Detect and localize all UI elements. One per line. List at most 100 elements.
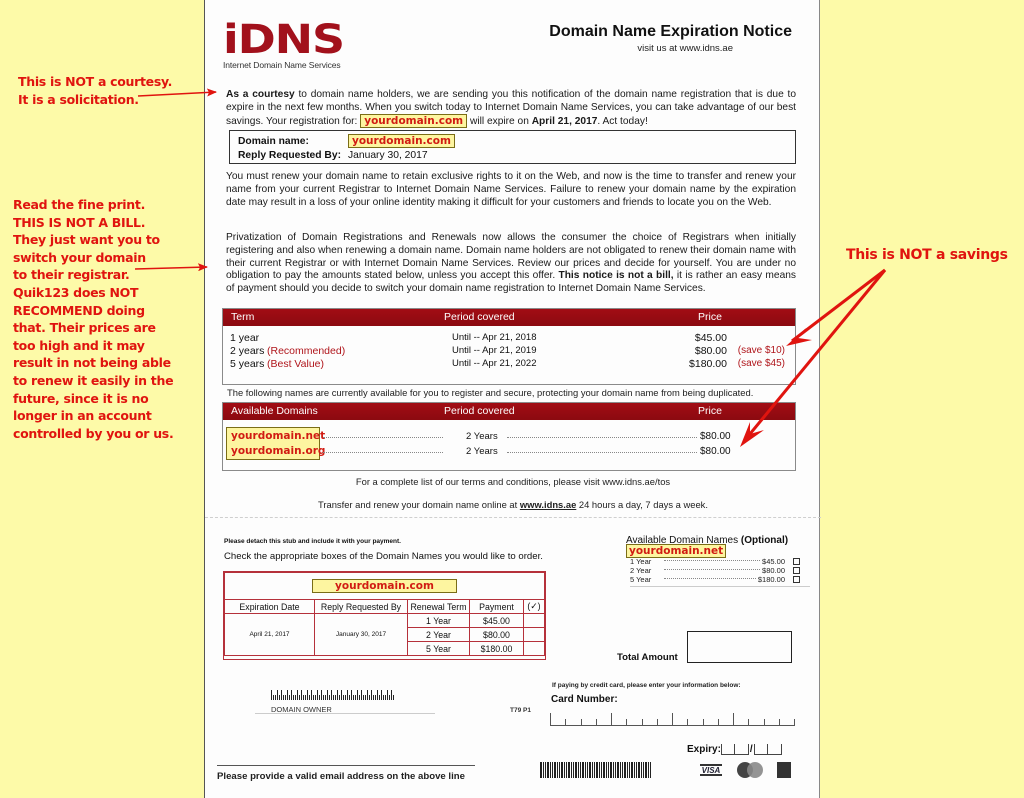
annotation-fine-print: Read the fine print. THIS IS NOT A BILL. T… [13, 196, 174, 442]
barcode-bar [363, 694, 364, 700]
expiry-month[interactable] [720, 744, 749, 755]
annotation-line: Read the fine print. [13, 197, 146, 212]
expiry-field[interactable]: Expiry: / [687, 744, 782, 755]
expiry-year[interactable] [753, 744, 782, 755]
barcode-bar [341, 690, 342, 700]
optional-checkbox[interactable] [793, 576, 800, 583]
barcode-bar [617, 762, 619, 778]
optional-divider [630, 586, 810, 587]
intro-paragraph: As a courtesy to domain name holders, we… [226, 89, 796, 128]
barcode-bar [283, 694, 284, 700]
barcode-bar [353, 694, 354, 700]
optional-row: 2 Year $80.00 [630, 566, 800, 575]
barcode-bar [650, 762, 651, 778]
barcode-bar [375, 694, 376, 700]
barcode-bar [347, 690, 348, 700]
optional-checkbox[interactable] [793, 567, 800, 574]
terms-line: For a complete list of our terms and con… [355, 476, 671, 487]
card-digit-slot[interactable] [595, 719, 611, 725]
courtesy-lead: As a courtesy [226, 89, 295, 100]
annotation-line: too high and it may [13, 337, 145, 353]
visa-logo: VISA [700, 764, 722, 776]
header-available: Available Domains [231, 405, 318, 417]
optional-term: 2 Year [630, 566, 652, 575]
barcode-bar [367, 690, 368, 700]
barcode-bar [613, 762, 614, 778]
document-code: T79 P1 [510, 707, 531, 714]
optional-checkbox[interactable] [793, 558, 800, 565]
stub-checkbox[interactable] [523, 613, 545, 628]
optional-domain: yourdomain.net [626, 544, 727, 558]
barcode-bar [359, 694, 360, 700]
card-digit-slot[interactable] [580, 719, 596, 725]
card-digit-slot[interactable] [733, 713, 748, 725]
card-digit-slot[interactable] [748, 719, 763, 725]
annotation-line: that. Their prices are [13, 320, 156, 336]
barcode-bar [543, 762, 544, 778]
expiration-notice-document: iDNS Internet Domain Name Services Domai… [204, 0, 821, 798]
annotation-line: Quik123 does NOT [13, 284, 139, 300]
barcode-bar [321, 690, 322, 700]
barcode-bar [349, 694, 350, 700]
barcode-bar [319, 694, 320, 700]
not-a-bill-text: This notice is not a bill, [558, 270, 674, 282]
privatization-paragraph: Privatization of Domain Registrations an… [226, 232, 796, 296]
barcode-bar [627, 762, 628, 778]
card-digit-slot[interactable] [687, 719, 702, 725]
barcode-bar [323, 694, 324, 700]
annotation-line: It is a solicitation. [18, 91, 139, 107]
barcode-bar [369, 694, 370, 700]
card-digit-slot[interactable] [550, 713, 565, 725]
barcode-bar [641, 762, 642, 778]
card-digit-slot[interactable] [656, 719, 672, 725]
term-note: (Best Value) [267, 358, 324, 370]
card-digit-slot[interactable] [717, 719, 733, 725]
barcode-bar [355, 694, 356, 700]
barcode-bar [365, 694, 366, 700]
stub-checkbox[interactable] [523, 641, 545, 656]
card-digit-slot[interactable] [626, 719, 641, 725]
email-line[interactable] [217, 765, 475, 766]
available-row: yourdomain.net 2 Years $80.00 [223, 430, 797, 444]
available-domain: yourdomain.org [231, 445, 326, 457]
stub-header-payment: Payment [469, 599, 524, 614]
annotation-line: They just want you to [13, 232, 160, 248]
barcode-bar [279, 694, 280, 700]
available-domains-table: Available Domains Period covered Price y… [222, 402, 796, 471]
card-digit-slot[interactable] [641, 719, 657, 725]
barcode-bar [634, 762, 635, 778]
card-digit-slot[interactable] [565, 719, 580, 725]
annotation-line: switch your domain [13, 249, 146, 265]
barcode-bar [599, 762, 600, 778]
card-digit-slot[interactable] [763, 719, 779, 725]
card-digit-slot[interactable] [611, 713, 626, 725]
barcode-bar [564, 762, 565, 778]
term-note: (Recommended) [267, 345, 346, 357]
available-period: 2 Years [466, 431, 498, 442]
barcode-bar [596, 762, 598, 778]
barcode-bar [547, 762, 549, 778]
idns-link[interactable]: www.idns.ae [520, 499, 576, 510]
owner-line [255, 713, 435, 714]
card-digit-slot[interactable] [702, 719, 718, 725]
barcode-bar [291, 690, 292, 700]
table-header: Available Domains Period covered Price [223, 403, 795, 420]
stub-checkbox[interactable] [523, 627, 545, 642]
header-price: Price [698, 405, 722, 417]
card-digit-slot[interactable] [672, 713, 687, 725]
barcode-bar [317, 690, 318, 700]
barcode-bar [578, 762, 579, 778]
barcode-bar [281, 690, 282, 700]
logo-wordmark: iDNS [223, 17, 345, 63]
barcode-bar [287, 690, 288, 700]
total-amount-field[interactable] [687, 631, 792, 663]
barcode-bar [566, 762, 567, 778]
card-number-field[interactable] [550, 713, 795, 726]
barcode-bar [303, 694, 304, 700]
card-digit-slot[interactable] [778, 719, 795, 725]
optional-row: 5 Year $180.00 [630, 575, 800, 584]
reply-value: January 30, 2017 [348, 149, 428, 161]
stub-header-expiration: Expiration Date [224, 599, 315, 614]
barcode-bar [327, 690, 328, 700]
barcode-bar [315, 694, 316, 700]
